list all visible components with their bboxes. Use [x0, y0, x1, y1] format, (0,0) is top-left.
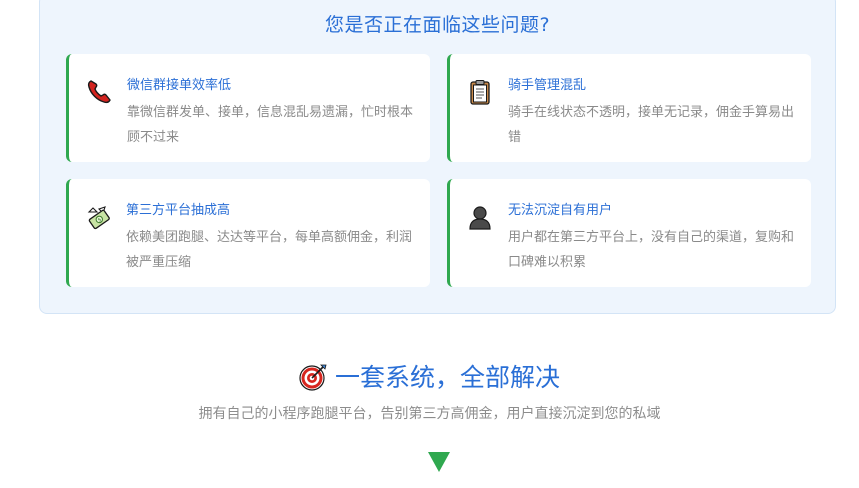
down-arrow-icon: [428, 452, 450, 472]
telephone-receiver-icon: [85, 78, 113, 106]
card-title: 骑手管理混乱: [508, 78, 587, 93]
problem-card-users: 无法沉淀自有用户 用户都在第三方平台上，没有自己的渠道，复购和口碑难以积累: [447, 179, 811, 287]
money-with-wings-icon: $: [85, 203, 113, 231]
card-title: 微信群接单效率低: [127, 78, 232, 93]
card-description: 依赖美团跑腿、达达等平台，每单高额佣金，利润被严重压缩: [126, 230, 413, 270]
problem-card-rider: 骑手管理混乱 骑手在线状态不透明，接单无记录，佣金手算易出错: [447, 54, 811, 162]
card-title: 第三方平台抽成高: [126, 203, 231, 218]
user-silhouette-icon: [466, 203, 494, 231]
card-title: 无法沉淀自有用户: [508, 203, 613, 218]
card-description: 骑手在线状态不透明，接单无记录，佣金手算易出错: [508, 105, 795, 145]
direct-hit-target-icon: [299, 363, 327, 391]
clipboard-icon: [466, 78, 494, 106]
solution-subtitle: 拥有自己的小程序跑腿平台，告别第三方高佣金，用户直接沉淀到您的私域: [198, 406, 661, 422]
card-description: 靠微信群发单、接单，信息混乱易遗漏，忙时根本顾不过来: [127, 105, 414, 145]
problems-title: 您是否正在面临这些问题?: [324, 14, 551, 36]
solution-heading: 一套系统，全部解决: [0, 358, 859, 394]
solution-title: 一套系统，全部解决: [334, 363, 560, 392]
card-description: 用户都在第三方平台上，没有自己的渠道，复购和口碑难以积累: [508, 230, 795, 270]
problem-card-wechat: 微信群接单效率低 靠微信群发单、接单，信息混乱易遗漏，忙时根本顾不过来: [66, 54, 430, 162]
problem-card-commission: $ 第三方平台抽成高 依赖美团跑腿、达达等平台，每单高额佣金，利润被严重压缩: [66, 179, 430, 287]
